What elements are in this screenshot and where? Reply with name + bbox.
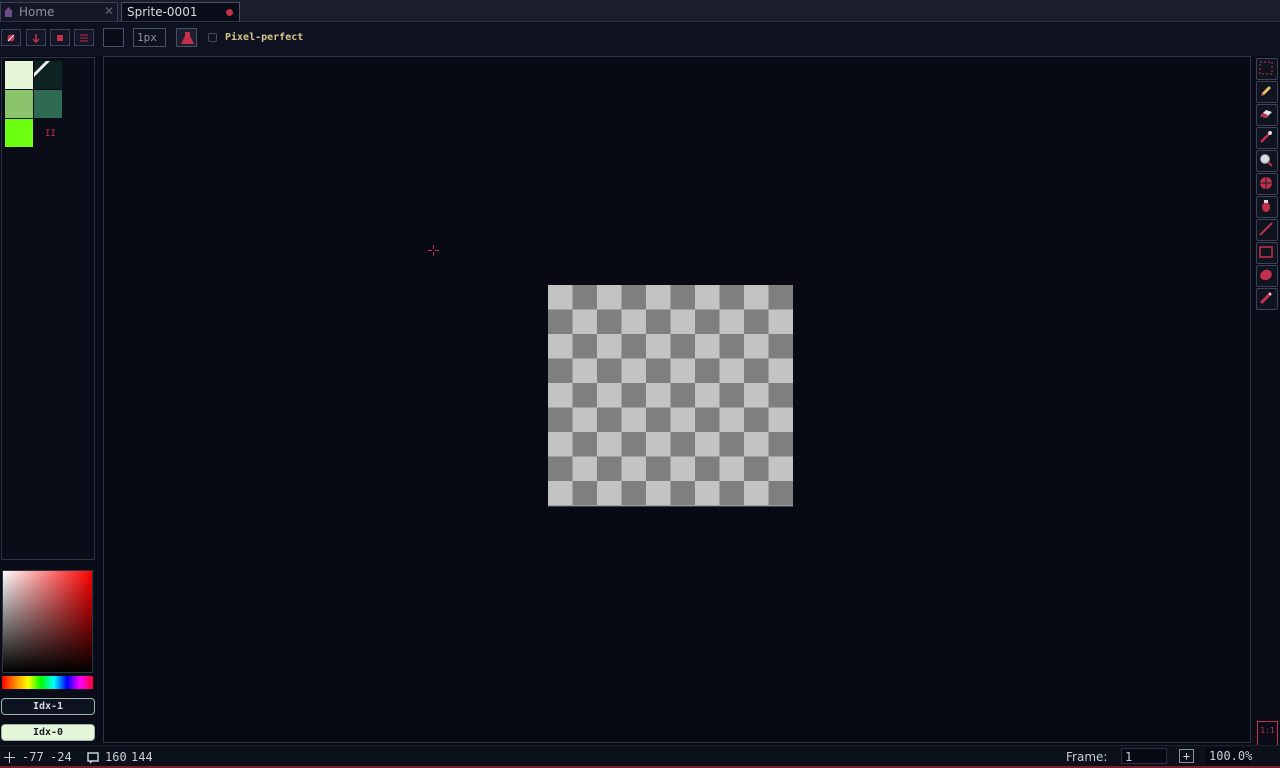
zoom-level[interactable]: 100.0%: [1206, 748, 1252, 764]
palette-swatch-4[interactable]: [5, 119, 33, 147]
context-toolbar: 1px: [0, 23, 1280, 56]
sprite-height: 144: [131, 750, 153, 764]
brush-size-field[interactable]: 1px: [133, 28, 166, 47]
paint-bucket-icon: [1262, 200, 1270, 212]
tab-home-label: Home: [19, 5, 55, 19]
cursor-y: -24: [50, 750, 72, 764]
ellipse-tool-button[interactable]: [1256, 265, 1278, 287]
pencil-tool-button[interactable]: [1256, 81, 1278, 103]
brush-angle-button[interactable]: [26, 29, 46, 46]
contour-pen-icon: [1259, 291, 1273, 305]
frame-input[interactable]: 1: [1121, 748, 1167, 764]
actual-size-button[interactable]: 1:1: [1257, 721, 1278, 746]
pixel-perfect-checkbox[interactable]: [208, 33, 217, 42]
marquee-icon: [1259, 61, 1273, 75]
eraser-tool-button[interactable]: [1256, 104, 1278, 126]
palette-swatch-3[interactable]: [34, 90, 62, 118]
tab-sprite[interactable]: Sprite-0001: [121, 2, 240, 21]
crosshair-cursor-icon: [428, 245, 439, 256]
palette-swatch-2[interactable]: [5, 90, 33, 118]
magnifier-icon: [1260, 154, 1273, 167]
status-bar: -77 -24 160 144 Frame: 1 + 100.0%: [0, 745, 1280, 768]
move-tool-button[interactable]: [1256, 173, 1278, 195]
cursor-position-icon: [4, 752, 15, 763]
pixel-perfect-label: Pixel-perfect: [225, 32, 304, 43]
line-icon: [1259, 222, 1273, 236]
tab-bar: Home ✕ Sprite-0001: [0, 0, 1280, 22]
tab-home[interactable]: Home ✕: [0, 2, 118, 21]
color-picker-sv[interactable]: [2, 570, 93, 673]
brush-preview[interactable]: [103, 28, 124, 47]
ink-flask-icon: [181, 32, 194, 44]
palette-marker: II: [45, 129, 56, 139]
ink-button[interactable]: [176, 28, 197, 47]
palette-swatch-1[interactable]: [34, 61, 62, 89]
pencil-icon: [1261, 86, 1271, 96]
foreground-color-index[interactable]: Idx-1: [1, 698, 95, 715]
close-icon[interactable]: ✕: [104, 4, 114, 18]
line-tool-button[interactable]: [1256, 219, 1278, 241]
tab-sprite-label: Sprite-0001: [127, 5, 198, 19]
contour-tool-button[interactable]: [1256, 288, 1278, 310]
brush-square-button[interactable]: [50, 29, 70, 46]
transparent-corner-icon: [34, 61, 50, 77]
cursor-x: -77: [22, 750, 44, 764]
eraser-icon: [1260, 110, 1272, 118]
marquee-tool-button[interactable]: [1256, 58, 1278, 80]
unsaved-indicator-icon: [226, 9, 233, 16]
sprite-size-icon: [87, 752, 99, 764]
brush-round-button[interactable]: [1, 29, 21, 46]
arrow-down-icon: [32, 34, 40, 43]
zoom-tool-button[interactable]: [1256, 150, 1278, 172]
lines-icon: [80, 34, 88, 42]
brush-round-icon: [7, 34, 15, 42]
ellipse-icon: [1260, 269, 1272, 281]
palette-panel: II: [1, 57, 95, 560]
frame-label: Frame:: [1066, 750, 1108, 764]
home-icon: [4, 7, 13, 17]
color-picker-hue-slider[interactable]: [2, 676, 93, 689]
square-icon: [57, 35, 63, 41]
brush-line-button[interactable]: [74, 29, 94, 46]
sprite-width: 160: [105, 750, 127, 764]
eyedropper-icon: [1260, 131, 1272, 143]
rectangle-icon: [1259, 246, 1273, 258]
move-icon: [1260, 177, 1272, 189]
toolbox: 1:1: [1254, 56, 1280, 746]
palette-swatch-0[interactable]: [5, 61, 33, 89]
paint-bucket-tool-button[interactable]: [1256, 196, 1278, 218]
rectangle-tool-button[interactable]: [1256, 242, 1278, 264]
eyedropper-tool-button[interactable]: [1256, 127, 1278, 149]
sprite-canvas[interactable]: [548, 285, 793, 506]
background-color-index[interactable]: Idx-0: [1, 724, 95, 741]
add-frame-button[interactable]: +: [1179, 749, 1194, 763]
